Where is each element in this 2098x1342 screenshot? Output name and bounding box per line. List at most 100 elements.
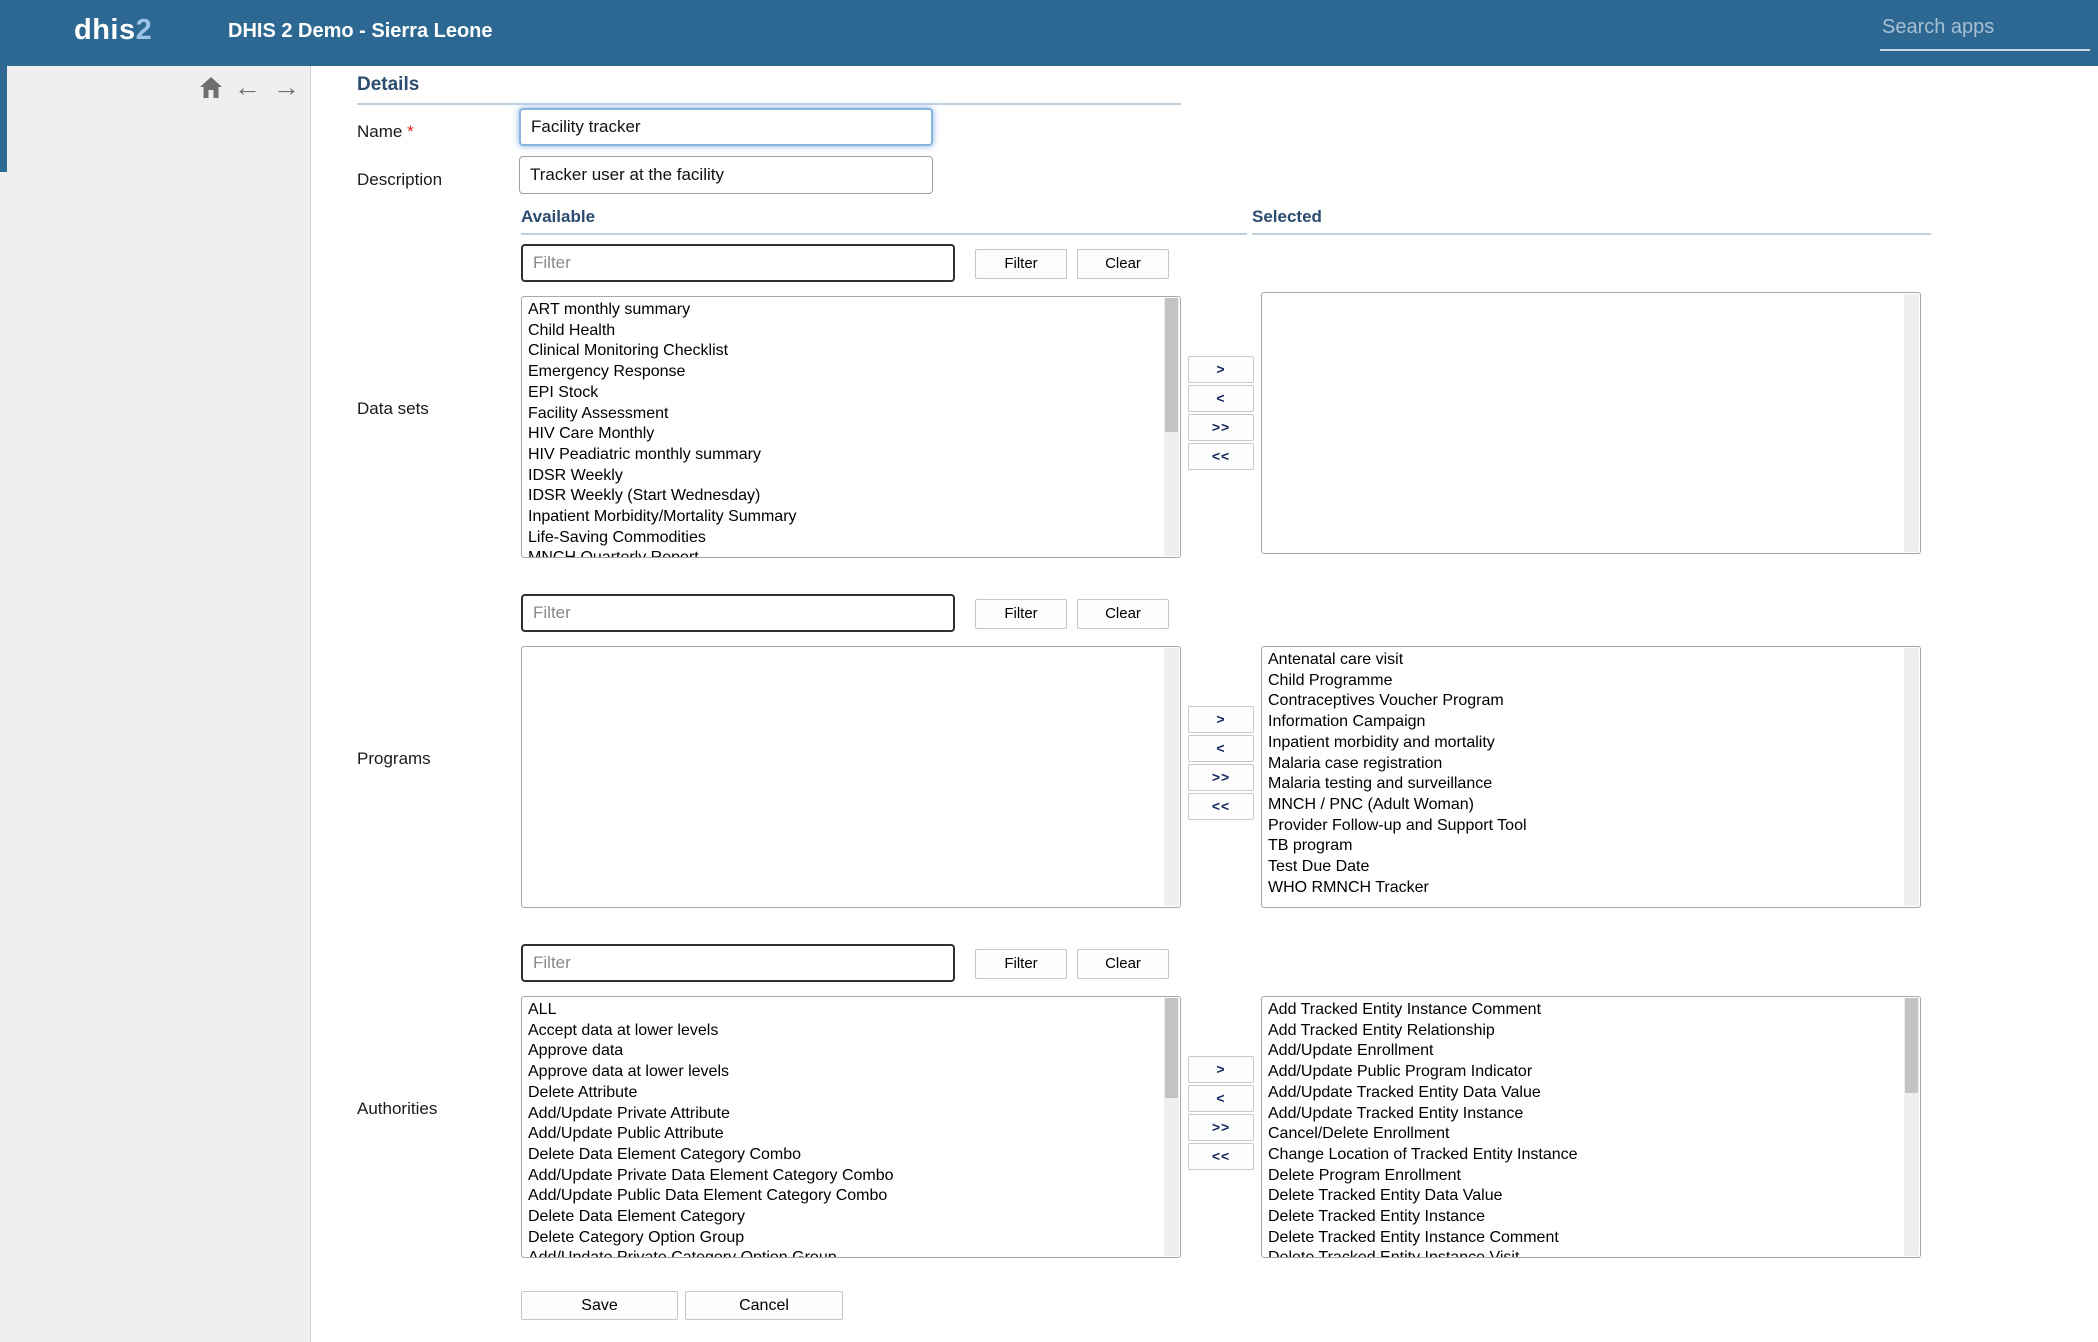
data-sets-filter-button[interactable]: Filter: [975, 249, 1067, 279]
programs-selected-scrollbar[interactable]: [1904, 648, 1919, 906]
dhis2-logo[interactable]: dhis2: [74, 14, 152, 47]
cancel-button[interactable]: Cancel: [685, 1291, 843, 1320]
home-icon[interactable]: [200, 77, 222, 98]
list-option[interactable]: Add/Update Enrollment: [1262, 1041, 1920, 1062]
move-selected-left-button[interactable]: <: [1188, 1085, 1254, 1112]
programs-filter-button[interactable]: Filter: [975, 599, 1067, 629]
move-all-left-button[interactable]: <<: [1188, 443, 1254, 470]
search-apps-input[interactable]: [1880, 12, 2090, 51]
move-selected-right-button[interactable]: >: [1188, 1056, 1254, 1083]
data-sets-available-scrollbar[interactable]: [1164, 298, 1179, 556]
list-option[interactable]: Add/Update Tracked Entity Data Value: [1262, 1083, 1920, 1104]
list-option[interactable]: Add Tracked Entity Relationship: [1262, 1021, 1920, 1042]
list-option[interactable]: Life-Saving Commodities: [522, 528, 1180, 549]
authorities-clear-button[interactable]: Clear: [1077, 949, 1169, 979]
list-option[interactable]: Information Campaign: [1262, 712, 1920, 733]
programs-filter-input[interactable]: [521, 594, 955, 632]
list-option[interactable]: Antenatal care visit: [1262, 650, 1920, 671]
back-arrow-icon[interactable]: ←: [234, 74, 261, 100]
move-all-right-button[interactable]: >>: [1188, 1114, 1254, 1141]
list-option[interactable]: Inpatient Morbidity/Mortality Summary: [522, 507, 1180, 528]
list-option[interactable]: Delete Attribute: [522, 1083, 1180, 1104]
move-selected-right-button[interactable]: >: [1188, 356, 1254, 383]
section-data-sets: Filter Clear Data sets ART monthly summa…: [311, 244, 1961, 564]
data-sets-available-list[interactable]: ART monthly summaryChild HealthClinical …: [521, 296, 1181, 558]
list-option[interactable]: Malaria case registration: [1262, 754, 1920, 775]
list-option[interactable]: MNCH / PNC (Adult Woman): [1262, 795, 1920, 816]
list-option[interactable]: HIV Care Monthly: [522, 424, 1180, 445]
authorities-filter-button[interactable]: Filter: [975, 949, 1067, 979]
list-option[interactable]: Add/Update Public Program Indicator: [1262, 1062, 1920, 1083]
list-option[interactable]: Delete Tracked Entity Data Value: [1262, 1186, 1920, 1207]
move-selected-left-button[interactable]: <: [1188, 735, 1254, 762]
list-option[interactable]: Delete Category Option Group: [522, 1228, 1180, 1249]
authorities-selected-list[interactable]: Add Tracked Entity Instance CommentAdd T…: [1261, 996, 1921, 1258]
authorities-filter-input[interactable]: [521, 944, 955, 982]
list-option[interactable]: Approve data at lower levels: [522, 1062, 1180, 1083]
programs-available-list[interactable]: [521, 646, 1181, 908]
data-sets-move-buttons: > < >> <<: [1188, 356, 1254, 472]
list-option[interactable]: Delete Data Element Category: [522, 1207, 1180, 1228]
name-label: Name *: [357, 122, 414, 142]
list-option[interactable]: Add/Update Tracked Entity Instance: [1262, 1104, 1920, 1125]
nav-icons: ← →: [200, 74, 300, 100]
logo-accent: 2: [136, 14, 153, 46]
list-option[interactable]: Child Programme: [1262, 671, 1920, 692]
move-all-left-button[interactable]: <<: [1188, 793, 1254, 820]
list-option[interactable]: Test Due Date: [1262, 857, 1920, 878]
list-option[interactable]: Provider Follow-up and Support Tool: [1262, 816, 1920, 837]
list-option[interactable]: Delete Tracked Entity Instance: [1262, 1207, 1920, 1228]
list-option[interactable]: Change Location of Tracked Entity Instan…: [1262, 1145, 1920, 1166]
list-option[interactable]: Approve data: [522, 1041, 1180, 1062]
list-option[interactable]: Emergency Response: [522, 362, 1180, 383]
list-option[interactable]: Add Tracked Entity Instance Comment: [1262, 1000, 1920, 1021]
list-option[interactable]: EPI Stock: [522, 383, 1180, 404]
authorities-selected-scrollbar[interactable]: [1904, 998, 1919, 1256]
list-option[interactable]: Contraceptives Voucher Program: [1262, 691, 1920, 712]
programs-available-scrollbar[interactable]: [1164, 648, 1179, 906]
list-option[interactable]: ALL: [522, 1000, 1180, 1021]
move-selected-right-button[interactable]: >: [1188, 706, 1254, 733]
save-button[interactable]: Save: [521, 1291, 678, 1320]
list-option[interactable]: Inpatient morbidity and mortality: [1262, 733, 1920, 754]
list-option[interactable]: HIV Peadiatric monthly summary: [522, 445, 1180, 466]
data-sets-selected-scrollbar[interactable]: [1904, 294, 1919, 552]
description-input[interactable]: [519, 156, 933, 194]
data-sets-clear-button[interactable]: Clear: [1077, 249, 1169, 279]
list-option[interactable]: Delete Program Enrollment: [1262, 1166, 1920, 1187]
authorities-available-scrollbar[interactable]: [1164, 998, 1179, 1256]
list-option[interactable]: Delete Tracked Entity Instance Visit: [1262, 1248, 1920, 1258]
list-option[interactable]: Delete Data Element Category Combo: [522, 1145, 1180, 1166]
list-option[interactable]: Malaria testing and surveillance: [1262, 774, 1920, 795]
list-option[interactable]: MNCH Quarterly Report: [522, 548, 1180, 558]
forward-arrow-icon[interactable]: →: [273, 74, 300, 100]
list-option[interactable]: Add/Update Public Data Element Category …: [522, 1186, 1180, 1207]
list-option[interactable]: Add/Update Private Data Element Category…: [522, 1166, 1180, 1187]
list-option[interactable]: Add/Update Public Attribute: [522, 1124, 1180, 1145]
name-input[interactable]: [519, 108, 933, 146]
required-asterisk: *: [407, 122, 414, 141]
move-selected-left-button[interactable]: <: [1188, 385, 1254, 412]
authorities-available-list[interactable]: ALLAccept data at lower levelsApprove da…: [521, 996, 1181, 1258]
list-option[interactable]: Facility Assessment: [522, 404, 1180, 425]
list-option[interactable]: Accept data at lower levels: [522, 1021, 1180, 1042]
list-option[interactable]: Add/Update Private Attribute: [522, 1104, 1180, 1125]
list-option[interactable]: TB program: [1262, 836, 1920, 857]
list-option[interactable]: IDSR Weekly (Start Wednesday): [522, 486, 1180, 507]
move-all-left-button[interactable]: <<: [1188, 1143, 1254, 1170]
data-sets-selected-list[interactable]: [1261, 292, 1921, 554]
list-option[interactable]: IDSR Weekly: [522, 466, 1180, 487]
list-option[interactable]: Clinical Monitoring Checklist: [522, 341, 1180, 362]
list-option[interactable]: Child Health: [522, 321, 1180, 342]
move-all-right-button[interactable]: >>: [1188, 764, 1254, 791]
list-option[interactable]: Add/Update Private Category Option Group: [522, 1248, 1180, 1258]
data-sets-filter-input[interactable]: [521, 244, 955, 282]
list-option[interactable]: WHO RMNCH Tracker: [1262, 878, 1920, 899]
list-option[interactable]: ART monthly summary: [522, 300, 1180, 321]
move-all-right-button[interactable]: >>: [1188, 414, 1254, 441]
sidebar-scrollbar[interactable]: [0, 66, 7, 172]
list-option[interactable]: Cancel/Delete Enrollment: [1262, 1124, 1920, 1145]
programs-selected-list[interactable]: Antenatal care visitChild ProgrammeContr…: [1261, 646, 1921, 908]
programs-clear-button[interactable]: Clear: [1077, 599, 1169, 629]
list-option[interactable]: Delete Tracked Entity Instance Comment: [1262, 1228, 1920, 1249]
